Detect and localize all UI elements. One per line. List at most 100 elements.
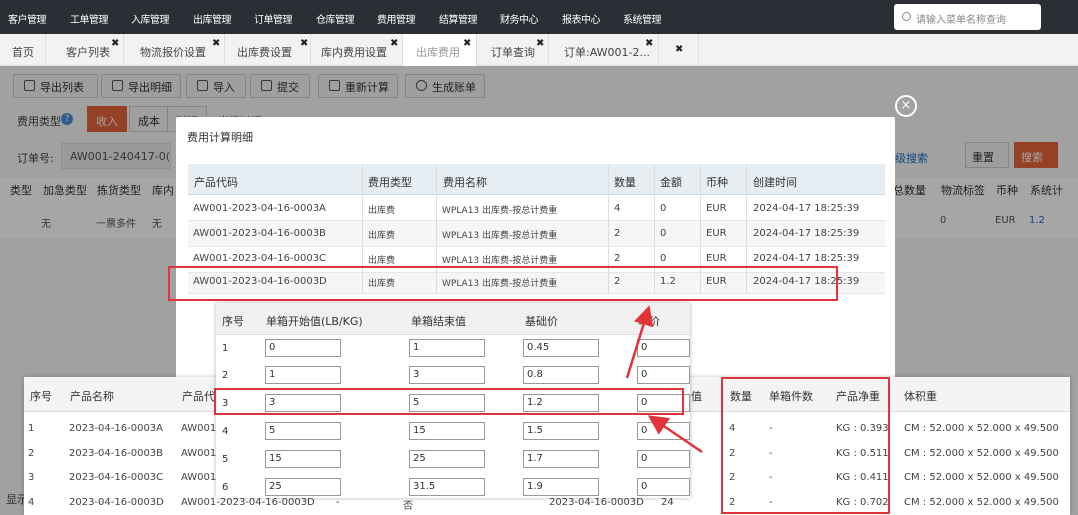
tab-warehouse-fee-setting[interactable]: 库内费用设置 ✖ bbox=[311, 34, 403, 66]
table-cell: AW001-2023-04-16-0003D bbox=[181, 497, 315, 508]
unit-price-input[interactable]: 0 bbox=[637, 339, 690, 357]
tab-outbound-fee[interactable]: 出库费用 ✖ bbox=[403, 34, 477, 66]
col-header: 值 bbox=[691, 390, 702, 403]
tab-label: 出库费设置 bbox=[237, 46, 292, 59]
table-cell: 3 bbox=[28, 472, 35, 483]
tab-order-detail[interactable]: 订单:AW001-2... ✖ bbox=[549, 34, 659, 66]
start-value-input[interactable]: 1 bbox=[265, 366, 341, 384]
nav-item-settlement[interactable]: 结算管理 bbox=[439, 11, 478, 26]
table-cell: - bbox=[336, 497, 340, 508]
nav-item-customer[interactable]: 客户管理 bbox=[8, 11, 47, 26]
table-cell: WPLA13 出库费-按总计费重 bbox=[442, 231, 558, 241]
start-value-input[interactable]: 25 bbox=[265, 478, 341, 496]
base-price-input[interactable]: 0.8 bbox=[523, 366, 599, 384]
table-cell: 2024-04-17 18:25:39 bbox=[753, 203, 860, 214]
table-cell: AW001- bbox=[181, 423, 220, 434]
table-cell: 出库费 bbox=[368, 231, 396, 241]
table-cell: 2023-04-16-0003B bbox=[69, 448, 164, 459]
col-header: 产品名称 bbox=[70, 390, 114, 403]
close-icon[interactable]: ✖ bbox=[390, 38, 398, 49]
table-cell: 2023-04-16-0003A bbox=[69, 423, 164, 434]
highlight-box-rate-row bbox=[214, 388, 684, 415]
table-cell: AW001- bbox=[181, 448, 220, 459]
col-header: 序号 bbox=[222, 315, 244, 328]
col-header: 费用名称 bbox=[443, 176, 487, 189]
tab-order-query[interactable]: 订单查询 ✖ bbox=[477, 34, 549, 66]
end-value-input[interactable]: 15 bbox=[409, 422, 485, 440]
modal-title: 费用计算明细 bbox=[187, 131, 253, 144]
table-cell: CM : 52.000 x 52.000 x 49.500 bbox=[904, 497, 1059, 508]
table-cell: 2023-04-16-0003D bbox=[549, 497, 644, 508]
end-value-input[interactable]: 31.5 bbox=[409, 478, 485, 496]
col-header: 金额 bbox=[660, 176, 682, 189]
unit-price-input[interactable]: 0 bbox=[637, 478, 690, 496]
unit-price-input[interactable]: 0 bbox=[637, 422, 690, 440]
nav-item-inbound[interactable]: 入库管理 bbox=[131, 11, 170, 26]
close-icon[interactable]: ✖ bbox=[300, 38, 308, 49]
close-icon[interactable]: ✖ bbox=[675, 44, 683, 55]
nav-item-system[interactable]: 系统管理 bbox=[623, 11, 662, 26]
col-header: 单价 bbox=[638, 315, 660, 328]
unit-price-input[interactable]: 0 bbox=[637, 366, 690, 384]
base-price-input[interactable]: 0.45 bbox=[523, 339, 599, 357]
tab-home-label: 首页 bbox=[12, 46, 34, 59]
col-header: 序号 bbox=[30, 390, 52, 403]
close-icon[interactable]: ✖ bbox=[536, 38, 544, 49]
table-cell: AW001- bbox=[181, 472, 220, 483]
top-nav: 客户管理 工单管理 入库管理 出库管理 订单管理 仓库管理 费用管理 结算管理 … bbox=[0, 0, 1078, 34]
start-value-input[interactable]: 0 bbox=[265, 339, 341, 357]
start-value-input[interactable]: 5 bbox=[265, 422, 341, 440]
search-icon bbox=[902, 12, 911, 21]
start-value-input[interactable]: 15 bbox=[265, 450, 341, 468]
col-header: 产品代码 bbox=[194, 176, 238, 189]
col-header: 基础价 bbox=[525, 315, 558, 328]
tab-logistics-quote[interactable]: 物流报价设置 ✖ bbox=[124, 34, 225, 66]
table-cell: 24 bbox=[661, 497, 674, 508]
col-header: 币种 bbox=[706, 176, 728, 189]
tab-label: 订单查询 bbox=[491, 46, 535, 59]
end-value-input[interactable]: 1 bbox=[409, 339, 485, 357]
table-cell: 4 bbox=[614, 203, 621, 214]
table-cell: 0 bbox=[660, 228, 667, 239]
close-icon[interactable]: ✖ bbox=[111, 38, 119, 49]
table-cell: EUR bbox=[706, 228, 727, 239]
table-cell: WPLA13 出库费-按总计费重 bbox=[442, 206, 558, 216]
nav-item-finance[interactable]: 财务中心 bbox=[500, 11, 539, 26]
tab-customer-list[interactable]: 客户列表 ✖ bbox=[46, 34, 124, 66]
end-value-input[interactable]: 25 bbox=[409, 450, 485, 468]
table-cell: AW001-2023-04-16-0003B bbox=[193, 228, 326, 239]
table-cell: 2024-04-17 18:25:39 bbox=[753, 228, 860, 239]
table-cell: 出库费 bbox=[368, 206, 396, 216]
close-icon[interactable]: ✖ bbox=[463, 38, 471, 49]
table-cell: 2 bbox=[28, 448, 35, 459]
nav-item-report[interactable]: 报表中心 bbox=[562, 11, 601, 26]
tab-close-all[interactable]: ✖ bbox=[659, 34, 699, 66]
table-cell: WPLA13 出库费-按总计费重 bbox=[442, 256, 558, 266]
col-header: 数量 bbox=[614, 176, 636, 189]
nav-item-workorder[interactable]: 工单管理 bbox=[70, 11, 109, 26]
table-cell: 2023-04-16-0003C bbox=[69, 472, 164, 483]
modal-close-button[interactable]: × bbox=[895, 95, 917, 117]
table-cell: CM : 52.000 x 52.000 x 49.500 bbox=[904, 472, 1059, 483]
col-header: 产品代 bbox=[182, 390, 215, 403]
close-icon[interactable]: ✖ bbox=[645, 38, 653, 49]
base-price-input[interactable]: 1.9 bbox=[523, 478, 599, 496]
base-price-input[interactable]: 1.5 bbox=[523, 422, 599, 440]
nav-item-outbound[interactable]: 出库管理 bbox=[193, 11, 232, 26]
unit-price-input[interactable]: 0 bbox=[637, 450, 690, 468]
base-price-input[interactable]: 1.7 bbox=[523, 450, 599, 468]
end-value-input[interactable]: 3 bbox=[409, 366, 485, 384]
close-icon[interactable]: ✖ bbox=[212, 38, 220, 49]
tab-home[interactable]: 首页 bbox=[0, 34, 46, 66]
nav-item-order[interactable]: 订单管理 bbox=[254, 11, 293, 26]
col-header: 体积重 bbox=[904, 390, 937, 403]
menu-search-input[interactable]: 请输入菜单名称查询 bbox=[894, 4, 1041, 30]
nav-item-fee[interactable]: 费用管理 bbox=[377, 11, 416, 26]
table-cell: 2023-04-16-0003D bbox=[69, 497, 164, 508]
table-cell: 4 bbox=[222, 426, 229, 437]
table-cell: 出库费 bbox=[368, 256, 396, 266]
table-cell: EUR bbox=[706, 253, 727, 264]
tab-outbound-fee-setting[interactable]: 出库费设置 ✖ bbox=[225, 34, 311, 66]
table-cell: CM : 52.000 x 52.000 x 49.500 bbox=[904, 423, 1059, 434]
nav-item-warehouse[interactable]: 仓库管理 bbox=[316, 11, 355, 26]
